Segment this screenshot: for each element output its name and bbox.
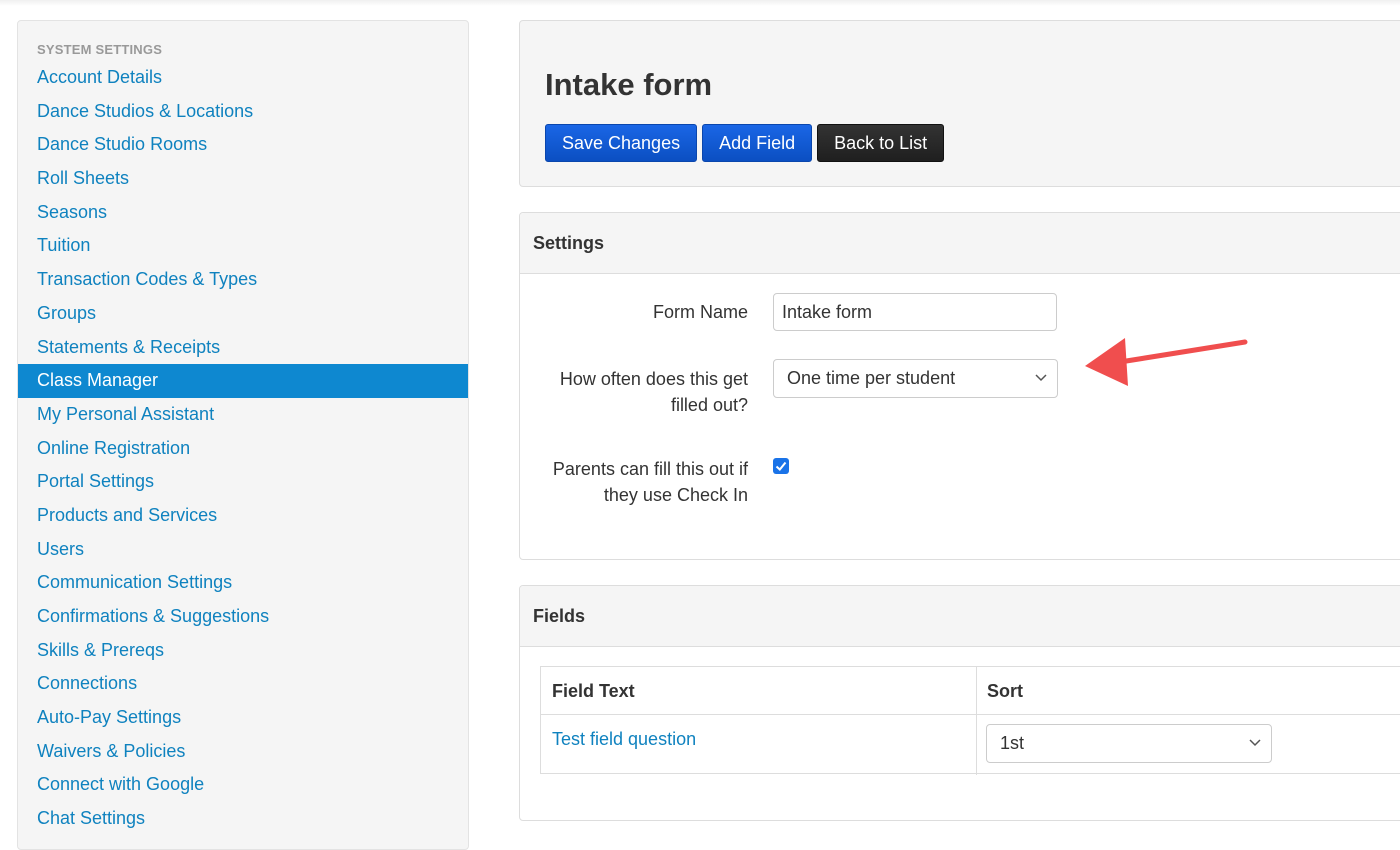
fields-panel: Fields Field Text Sort Test field questi… — [519, 585, 1400, 821]
sidebar-item-portal-settings[interactable]: Portal Settings — [18, 465, 468, 499]
sidebar-list: Account Details Dance Studios & Locations… — [18, 61, 468, 836]
sidebar-item-roll-sheets[interactable]: Roll Sheets — [18, 162, 468, 196]
fields-table: Field Text Sort Test field question 1st — [540, 666, 1400, 775]
sort-selected-value: 1st — [1000, 733, 1025, 753]
sidebar-item-dance-studio-rooms[interactable]: Dance Studio Rooms — [18, 128, 468, 162]
sidebar-item-my-personal-assistant[interactable]: My Personal Assistant — [18, 398, 468, 432]
annotation-arrow-icon — [1085, 338, 1248, 386]
frequency-select[interactable]: One time per student — [773, 359, 1058, 398]
chevron-down-icon — [1249, 739, 1261, 747]
sidebar-item-products-and-services[interactable]: Products and Services — [18, 499, 468, 533]
sidebar-item-communication-settings[interactable]: Communication Settings — [18, 566, 468, 600]
form-name-input[interactable] — [773, 293, 1057, 331]
sidebar-item-connections[interactable]: Connections — [18, 667, 468, 701]
parents-checkin-label: Parents can fill this out if they use Ch… — [552, 459, 748, 505]
checkmark-icon — [775, 461, 787, 471]
page-header-panel: Intake form Save Changes Add Field Back … — [519, 20, 1400, 187]
column-header-sort: Sort — [987, 681, 1023, 701]
sidebar-item-connect-with-google[interactable]: Connect with Google — [18, 768, 468, 802]
sidebar-item-auto-pay-settings[interactable]: Auto-Pay Settings — [18, 701, 468, 735]
frequency-label: How often does this get filled out? — [559, 369, 748, 415]
chevron-down-icon — [1035, 374, 1047, 382]
add-field-button[interactable]: Add Field — [702, 124, 813, 162]
sidebar-item-transaction-codes-and-types[interactable]: Transaction Codes & Types — [18, 263, 468, 297]
sidebar-item-chat-settings[interactable]: Chat Settings — [18, 802, 468, 836]
sidebar-item-class-manager[interactable]: Class Manager — [18, 364, 468, 398]
sort-select[interactable]: 1st — [986, 724, 1272, 763]
back-to-list-button[interactable]: Back to List — [817, 124, 945, 162]
sidebar-item-groups[interactable]: Groups — [18, 297, 468, 331]
sidebar-item-tuition[interactable]: Tuition — [18, 229, 468, 263]
settings-sidebar: SYSTEM SETTINGS Account Details Dance Stu… — [17, 20, 469, 850]
field-text-link[interactable]: Test field question — [552, 727, 696, 751]
sidebar-item-dance-studios-and-locations[interactable]: Dance Studios & Locations — [18, 95, 468, 129]
table-divider — [541, 714, 1400, 715]
sidebar-item-seasons[interactable]: Seasons — [18, 196, 468, 230]
form-name-label: Form Name — [652, 302, 748, 322]
sidebar-header: SYSTEM SETTINGS — [37, 42, 163, 57]
sidebar-item-skills-and-prereqs[interactable]: Skills & Prereqs — [18, 634, 468, 668]
sidebar-item-waivers-and-policies[interactable]: Waivers & Policies — [18, 735, 468, 769]
settings-heading: Settings — [520, 213, 1400, 274]
sidebar-item-confirmations-and-suggestions[interactable]: Confirmations & Suggestions — [18, 600, 468, 634]
sidebar-item-users[interactable]: Users — [18, 533, 468, 567]
sidebar-item-statements-and-receipts[interactable]: Statements & Receipts — [18, 331, 468, 365]
fields-heading: Fields — [520, 586, 1400, 647]
parents-checkin-checkbox[interactable] — [773, 458, 789, 474]
frequency-selected-value: One time per student — [787, 368, 956, 388]
save-changes-button[interactable]: Save Changes — [545, 124, 698, 162]
sidebar-item-account-details[interactable]: Account Details — [18, 61, 468, 95]
column-header-field-text: Field Text — [552, 681, 635, 701]
table-column-divider — [976, 667, 977, 775]
page-title: Intake form — [545, 67, 713, 102]
top-shadow — [0, 0, 1400, 6]
toolbar: Save Changes Add Field Back to List — [545, 124, 945, 162]
sidebar-item-online-registration[interactable]: Online Registration — [18, 432, 468, 466]
settings-panel: Settings Form Name How often does this g… — [519, 212, 1400, 560]
